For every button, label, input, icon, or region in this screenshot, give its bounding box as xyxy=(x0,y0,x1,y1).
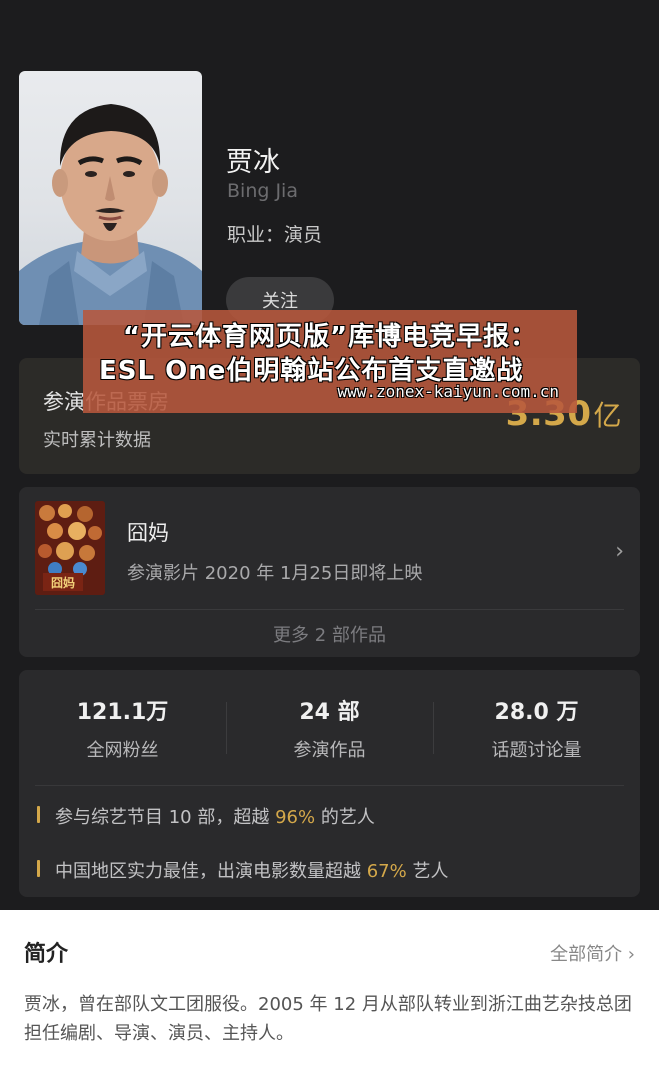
full-intro-link[interactable]: 全部简介 › xyxy=(550,940,635,966)
work-title: 囧妈 xyxy=(127,521,169,545)
box-office-unit: 亿 xyxy=(593,399,622,432)
featured-work-row[interactable]: 囧妈 囧妈 参演影片 2020 年 1月25日即将上映 › xyxy=(19,487,640,609)
banner-url: www.zonex-kaiyun.com.cn xyxy=(337,382,559,401)
more-works-link[interactable]: 更多 2 部作品 xyxy=(19,621,640,647)
overlay-banner: “开云体育网页版”库博电竞早报： ESL One伯明翰站公布首支直邀战 www.… xyxy=(83,310,577,413)
highlight-variety: 参与综艺节目 10 部，超越 96% 的艺人 xyxy=(37,803,375,829)
actor-name-english: Bing Jia xyxy=(227,180,298,202)
stat-value: 28.0 万 xyxy=(494,700,579,725)
stat-value: 121.1万 xyxy=(76,700,169,725)
works-card: 囧妈 囧妈 参演影片 2020 年 1月25日即将上映 › 更多 2 部作品 xyxy=(19,487,640,657)
actor-name: 贾冰 xyxy=(226,147,280,178)
stat-value: 24 部 xyxy=(299,700,360,725)
divider xyxy=(35,785,624,786)
poster-title: 囧妈 xyxy=(51,575,75,590)
highlight-text: 的艺人 xyxy=(315,807,375,828)
intro-title: 简介 xyxy=(24,942,69,967)
highlight-text: 参与综艺节目 10 部，超越 xyxy=(55,807,276,828)
box-office-subtitle: 实时累计数据 xyxy=(43,430,151,451)
chevron-right-icon: › xyxy=(615,539,624,564)
actor-photo xyxy=(19,71,202,325)
intro-section: 简介 全部简介 › 贾冰，曾在部队文工团服役。2005 年 12 月从部队转业到… xyxy=(0,910,659,1066)
movie-poster: 囧妈 xyxy=(35,501,105,595)
highlight-film: 中国地区实力最佳，出演电影数量超越 67% 艺人 xyxy=(37,857,448,883)
highlight-text: 中国地区实力最佳，出演电影数量超越 xyxy=(55,861,367,882)
highlight-text: 艺人 xyxy=(406,861,449,882)
actor-occupation: 职业：演员 xyxy=(227,224,323,246)
banner-headline: “开云体育网页版”库博电竞早报： xyxy=(122,322,538,352)
highlight-percent: 67% xyxy=(366,861,407,882)
highlight-percent: 96% xyxy=(275,807,316,828)
stats-card: 121.1万 全网粉丝 24 部 参演作品 28.0 万 话题讨论量 参与综艺节… xyxy=(19,670,640,897)
intro-text: 贾冰，曾在部队文工团服役。2005 年 12 月从部队转业到浙江曲艺杂技总团担任… xyxy=(24,994,632,1044)
stat-works: 24 部 参演作品 xyxy=(226,694,433,762)
stat-label: 话题讨论量 xyxy=(491,740,582,761)
stat-fans: 121.1万 全网粉丝 xyxy=(19,694,226,762)
stat-label: 参演作品 xyxy=(293,740,366,761)
stat-discussion: 28.0 万 话题讨论量 xyxy=(433,694,640,762)
divider xyxy=(35,609,624,610)
work-release-info: 参演影片 2020 年 1月25日即将上映 xyxy=(127,563,423,584)
stat-label: 全网粉丝 xyxy=(86,740,159,761)
